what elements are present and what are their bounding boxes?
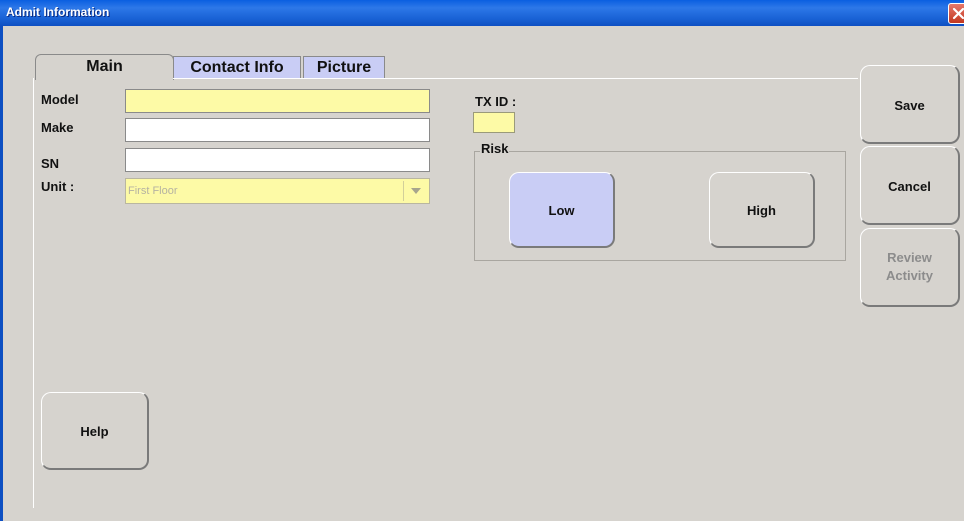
close-button[interactable] xyxy=(948,3,964,24)
tab-contact-info-label: Contact Info xyxy=(190,59,284,76)
tab-panel-border-left xyxy=(33,78,34,508)
make-label: Make xyxy=(41,120,74,135)
sn-label: SN xyxy=(41,156,60,171)
window-title: Admit Information xyxy=(6,5,110,19)
review-activity-button[interactable]: Review Activity xyxy=(860,228,960,307)
save-button[interactable]: Save xyxy=(860,65,960,144)
cancel-label: Cancel xyxy=(888,179,931,194)
review-label-line1: Review xyxy=(887,250,932,265)
unit-label: Unit : xyxy=(41,179,75,194)
make-field[interactable] xyxy=(125,118,430,142)
sn-field[interactable] xyxy=(125,148,430,172)
tab-panel-border xyxy=(173,78,858,79)
tab-contact-info[interactable]: Contact Info xyxy=(173,56,301,79)
unit-dropdown-button[interactable] xyxy=(403,181,427,201)
close-icon xyxy=(952,7,964,20)
txid-label: TX ID : xyxy=(475,94,517,109)
tab-main[interactable]: Main xyxy=(35,54,174,80)
help-button[interactable]: Help xyxy=(41,392,149,470)
unit-value: First Floor xyxy=(128,185,178,197)
tab-picture-label: Picture xyxy=(316,59,372,76)
save-label: Save xyxy=(894,98,925,113)
cancel-button[interactable]: Cancel xyxy=(860,146,960,225)
risk-low-button[interactable]: Low xyxy=(509,172,615,248)
review-label-line2: Activity xyxy=(886,268,933,283)
tab-picture[interactable]: Picture xyxy=(303,56,385,79)
risk-label: Risk xyxy=(480,141,510,156)
risk-high-button[interactable]: High xyxy=(709,172,815,248)
txid-field[interactable] xyxy=(473,112,515,133)
risk-high-label: High xyxy=(747,203,776,218)
title-bar: Admit Information xyxy=(0,0,964,26)
risk-low-label: Low xyxy=(548,203,575,218)
help-label: Help xyxy=(80,424,109,439)
unit-select[interactable]: First Floor xyxy=(125,178,430,204)
model-field[interactable] xyxy=(125,89,430,113)
chevron-down-icon xyxy=(411,188,421,194)
tab-main-label: Main xyxy=(86,58,123,75)
model-label: Model xyxy=(41,92,79,107)
